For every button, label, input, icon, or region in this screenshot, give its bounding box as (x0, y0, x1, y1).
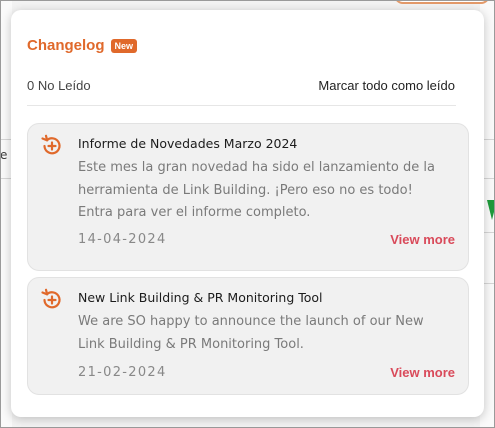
plus-history-icon (41, 134, 61, 155)
view-more-link[interactable]: View more (390, 232, 455, 247)
changelog-popover: Changelog New 0 No Leído Marcar todo com… (11, 10, 484, 417)
changelog-item-body: Este mes la gran novedad ha sido el lanz… (78, 160, 435, 220)
changelog-item-title: Informe de Novedades Marzo 2024 (78, 136, 298, 151)
header-divider (27, 105, 456, 106)
changelog-item-title: New Link Building & PR Monitoring Tool (78, 290, 323, 305)
changelog-item-date: 14-04-2024 (78, 232, 167, 247)
mark-all-read-button[interactable]: Marcar todo como leído (318, 78, 455, 93)
new-badge: New (110, 38, 138, 53)
view-more-link[interactable]: View more (390, 365, 455, 380)
changelog-item: Informe de Novedades Marzo 2024 Este mes… (27, 123, 469, 271)
changelog-item-date: 21-02-2024 (78, 365, 167, 380)
changelog-item: New Link Building & PR Monitoring Tool W… (27, 277, 469, 395)
changelog-item-body: We are SO happy to announce the launch o… (78, 314, 424, 352)
plus-history-icon (41, 288, 61, 309)
changelog-header: Changelog New (27, 37, 138, 54)
changelog-title: Changelog (27, 37, 105, 54)
unread-count: 0 No Leído (27, 78, 91, 93)
